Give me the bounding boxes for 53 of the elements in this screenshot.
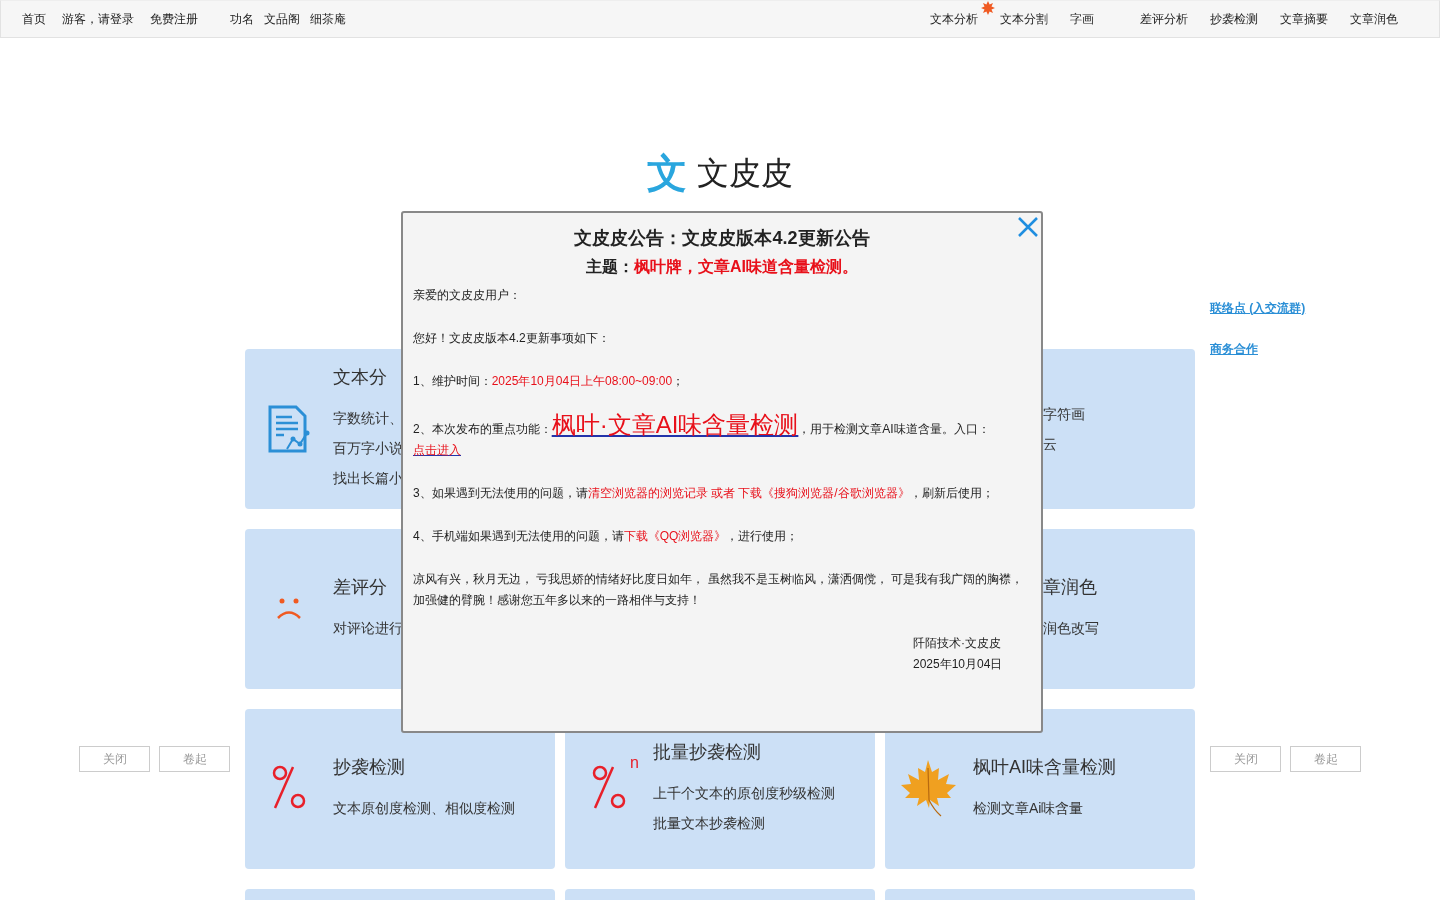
close-icon[interactable] bbox=[1017, 216, 1039, 238]
site-name: 文皮皮 bbox=[697, 154, 793, 193]
percent-icon bbox=[271, 764, 307, 810]
subject-label: 主题： bbox=[586, 258, 634, 275]
card-description: 批量文本抄袭检测 bbox=[653, 814, 766, 833]
feature-link[interactable]: 枫叶·文章AI味含量检测 bbox=[551, 411, 799, 438]
percent-icon bbox=[591, 764, 627, 810]
card-description: 字数统计、 bbox=[333, 409, 401, 428]
card-description: 检测文章Ai味含量 bbox=[973, 799, 1085, 818]
nav-link[interactable]: 字画 bbox=[1070, 11, 1094, 26]
nav-link[interactable]: 文本分割 bbox=[1000, 11, 1048, 26]
card-description: 文本原创度检测、相似度检测 bbox=[333, 799, 515, 818]
nav-link[interactable]: 免费注册 bbox=[150, 10, 198, 28]
card-title: 文本分 bbox=[333, 366, 388, 389]
card-description: 润色改写 bbox=[1043, 619, 1099, 638]
entry-link[interactable]: 点击进入 bbox=[413, 443, 461, 457]
signature-line: 阡陌技术·文皮皮 bbox=[913, 635, 1002, 652]
side-link[interactable]: 商务合作 bbox=[1210, 341, 1306, 358]
document-chart-icon bbox=[267, 405, 311, 453]
nav-link[interactable]: 细茶庵 bbox=[310, 10, 346, 28]
nav-link[interactable]: 文章润色 bbox=[1350, 11, 1398, 26]
nav-link[interactable]: 文品阁 bbox=[264, 10, 300, 28]
signature-line: 2025年10月04日 bbox=[913, 656, 1004, 673]
card-title: 批量抄袭检测 bbox=[653, 741, 762, 764]
nav-link[interactable]: 抄袭检测 bbox=[1210, 11, 1258, 26]
nav-link[interactable]: 文本分析 bbox=[930, 11, 978, 26]
nav-link[interactable]: 文章摘要 bbox=[1280, 11, 1328, 26]
notice-paragraph: 您好！文皮皮版本4.2更新事项如下： bbox=[413, 330, 611, 347]
logo-mark: 文 bbox=[647, 151, 687, 195]
notice-paragraph: 1、维护时间：2025年10月04日上午08:00~09:00； bbox=[413, 373, 686, 390]
card-title: 差评分 bbox=[333, 576, 388, 599]
card-title: 抄袭检测 bbox=[333, 756, 406, 779]
notice-paragraph: 亲爱的文皮皮用户： bbox=[413, 287, 522, 304]
nav-link[interactable]: 差评分析 bbox=[1140, 11, 1188, 26]
nav-link[interactable]: 首页 bbox=[22, 10, 46, 28]
nav-link[interactable]: 功名 bbox=[230, 10, 254, 28]
notice-paragraph: 3、如果遇到无法使用的问题，请清空浏览器的浏览记录 或者 下载《搜狗浏览器/谷歌浏览器》，刷新后使用； bbox=[413, 485, 995, 502]
notice-title: 文皮皮公告：文皮皮版本4.2更新公告 bbox=[573, 227, 871, 250]
notice-paragraph: 4、手机端如果遇到无法使用的问题，请下载《QQ浏览器》，进行使用； bbox=[413, 528, 800, 545]
notice-paragraph: 2、本次发布的重点功能：枫叶·文章AI味含量检测，用于检测文章AI味道含量。入口： 点击进入 bbox=[413, 414, 991, 459]
card-title: 枫叶AI味含量检测 bbox=[973, 756, 1116, 779]
maple-leaf-icon bbox=[901, 760, 957, 818]
side-link[interactable]: 联络点 (入交流群) bbox=[1210, 300, 1306, 317]
subject-text: 枫叶牌，文章AI味道含量检测。 bbox=[634, 258, 858, 275]
nav-link[interactable]: 游客，请登录 bbox=[62, 10, 134, 28]
card-title: 章润色 bbox=[1043, 576, 1098, 599]
sad-face-icon bbox=[276, 598, 302, 620]
card-description: 字符画 bbox=[1043, 405, 1085, 424]
superscript-mark: n bbox=[630, 754, 639, 772]
card-description: 对评论进行 bbox=[333, 619, 401, 638]
card-description: 上千个文本的原创度秒级检测 bbox=[653, 784, 835, 803]
notice-paragraph: 凉风有兴，秋月无边， 亏我思娇的情绪好比度日如年， 虽然我不是玉树临风，潇洒倜傥， 可是我有我广阔的胸襟，加强健的臂腕！感谢您五年多以来的一路相伴与支持！ bbox=[413, 571, 1024, 609]
card-description: 云 bbox=[1043, 435, 1058, 454]
